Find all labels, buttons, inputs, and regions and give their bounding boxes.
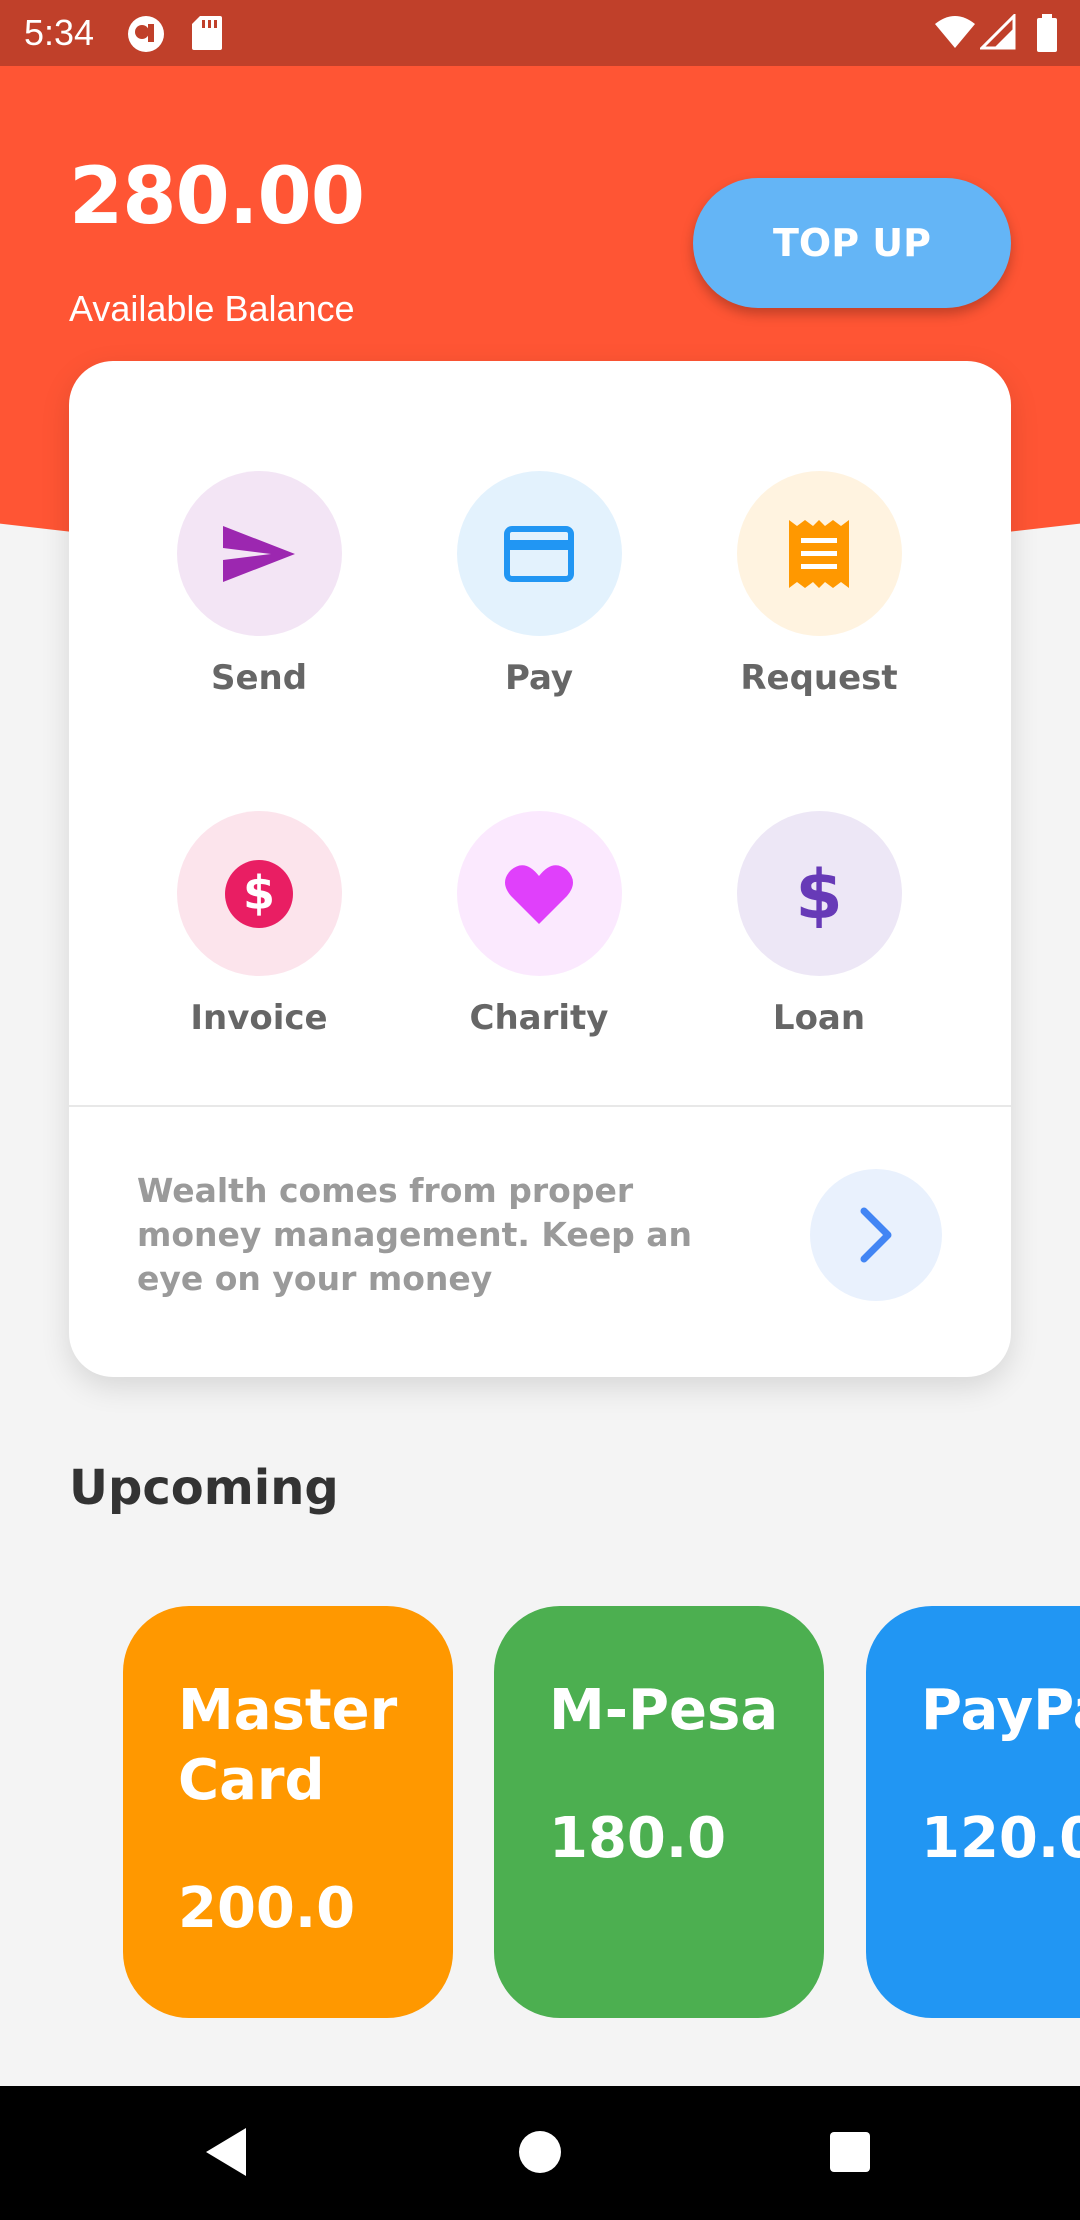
balance-label: Available Balance	[69, 288, 355, 329]
wifi-icon	[934, 14, 976, 55]
action-label: Loan	[772, 998, 866, 1038]
bill-amount: 120.0	[921, 1806, 1080, 1871]
receipt-icon	[789, 519, 849, 588]
status-time: 5:34	[24, 12, 95, 53]
action-request[interactable]: Request	[709, 471, 929, 698]
back-icon[interactable]	[204, 2126, 248, 2183]
invoice-icon-circle: $	[176, 811, 342, 976]
balance-amount: 280.00	[69, 152, 365, 242]
tip-next-button[interactable]	[810, 1169, 942, 1301]
action-label: Send	[210, 658, 308, 698]
action-send[interactable]: Send	[149, 471, 369, 698]
action-label: Request	[740, 658, 898, 698]
status-bar: 5:34	[0, 0, 1080, 66]
credit-card-icon	[504, 525, 574, 582]
signal-icon	[978, 12, 1016, 55]
card-divider	[69, 1105, 1011, 1107]
recents-icon[interactable]	[828, 2126, 872, 2183]
bill-amount: 180.0	[549, 1806, 727, 1871]
bill-amount: 200.0	[178, 1876, 356, 1941]
action-label: Pay	[504, 658, 574, 698]
dollar-icon: $	[795, 858, 842, 930]
bill-card-paypal[interactable]: PayPal 120.0	[866, 1606, 1080, 2018]
upcoming-title: Upcoming	[69, 1460, 339, 1516]
send-icon-circle	[176, 471, 342, 636]
dollar-circle-icon: $	[225, 859, 293, 928]
action-label: Invoice	[190, 998, 328, 1038]
notification-icon	[126, 14, 166, 59]
action-charity[interactable]: Charity	[429, 811, 649, 1038]
bill-name: Master Card	[178, 1678, 398, 1813]
svg-text:$: $	[795, 858, 842, 930]
sd-card-icon	[190, 14, 224, 57]
pay-icon-circle	[456, 471, 622, 636]
navigation-bar	[0, 2086, 1080, 2220]
action-label: Charity	[469, 998, 609, 1038]
svg-text:$: $	[243, 866, 275, 920]
actions-card: Send Pay Request $ Invoice Charity $ Loa…	[69, 361, 1011, 1377]
action-invoice[interactable]: $ Invoice	[149, 811, 369, 1038]
top-up-button[interactable]: TOP UP	[693, 178, 1011, 308]
home-icon[interactable]	[518, 2126, 562, 2183]
tip-text: Wealth comes from proper money managemen…	[137, 1171, 693, 1298]
bill-name: PayPal	[921, 1678, 1080, 1743]
bill-card-mpesa[interactable]: M-Pesa 180.0	[494, 1606, 824, 2018]
bill-card-mastercard[interactable]: Master Card 200.0	[123, 1606, 453, 2018]
request-icon-circle	[736, 471, 902, 636]
action-loan[interactable]: $ Loan	[709, 811, 929, 1038]
chevron-right-icon	[860, 1207, 892, 1263]
heart-icon	[505, 864, 573, 924]
send-icon	[223, 525, 295, 582]
bill-name: M-Pesa	[549, 1678, 779, 1743]
charity-icon-circle	[456, 811, 622, 976]
loan-icon-circle: $	[736, 811, 902, 976]
battery-icon	[1036, 14, 1058, 57]
action-pay[interactable]: Pay	[429, 471, 649, 698]
